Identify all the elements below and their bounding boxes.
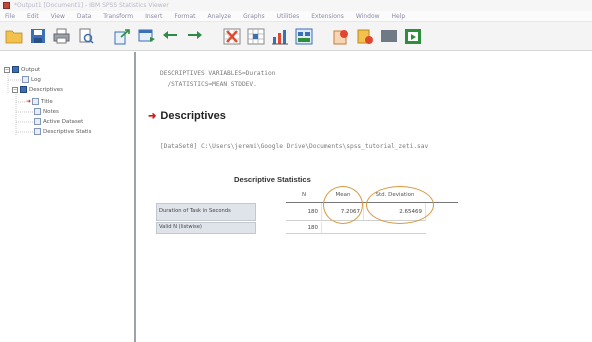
menu-file[interactable]: File	[5, 13, 15, 20]
menu-format[interactable]: Format	[174, 13, 195, 20]
column-header-n: N	[301, 192, 307, 198]
table-title: Descriptive Statistics	[234, 175, 311, 184]
section-title-text: Descriptives	[160, 110, 226, 122]
syntax-line-1: DESCRIPTIVES VARIABLES=Duration	[160, 70, 276, 77]
cell-n: 180	[286, 203, 322, 221]
mean-annotation-circle	[323, 186, 363, 224]
undo-icon[interactable]	[161, 27, 180, 46]
menu-view[interactable]: View	[51, 13, 65, 20]
menu-analyze[interactable]: Analyze	[207, 13, 231, 20]
dataset-note: [DataSet0] C:\Users\jeremi\Google Drive\…	[160, 143, 429, 150]
menu-graphs[interactable]: Graphs	[243, 13, 265, 20]
toolbar	[0, 22, 592, 51]
section-heading: ➜ Descriptives	[148, 110, 226, 122]
menu-window[interactable]: Window	[356, 13, 380, 20]
menu-edit[interactable]: Edit	[27, 13, 39, 20]
collapse-icon[interactable]	[355, 27, 374, 46]
tree-lines	[7, 74, 34, 136]
syntax-line-2: /STATISTICS=MEAN STDDEV.	[160, 81, 257, 88]
spss-app-icon	[3, 2, 10, 9]
insert-title-icon[interactable]	[403, 27, 422, 46]
menu-insert[interactable]: Insert	[145, 13, 162, 20]
menu-data[interactable]: Data	[77, 13, 91, 20]
show-hide-icon[interactable]	[331, 27, 350, 46]
selected-item-arrow-icon: ➜	[148, 110, 157, 122]
designate-window-icon[interactable]	[294, 27, 313, 46]
print-preview-icon[interactable]	[76, 27, 95, 46]
title-bar: *Output1 [Document1] - IBM SPSS Statisti…	[0, 0, 592, 11]
menu-transform[interactable]: Transform	[103, 13, 133, 20]
open-icon[interactable]	[4, 27, 23, 46]
std-deviation-annotation-circle	[366, 186, 434, 224]
print-icon[interactable]	[52, 27, 71, 46]
table-row: Valid N (listwise) 180	[156, 222, 426, 234]
goto-data-icon[interactable]	[222, 27, 241, 46]
menu-extensions[interactable]: Extensions	[311, 13, 344, 20]
menu-help[interactable]: Help	[392, 13, 406, 20]
goto-case-icon[interactable]	[246, 27, 265, 46]
cell-n: 180	[286, 222, 322, 234]
output-pane: DESCRIPTIVES VARIABLES=Duration /STATIST…	[138, 52, 592, 342]
export-icon[interactable]	[113, 27, 132, 46]
row-label: Valid N (listwise)	[156, 222, 256, 234]
variables-icon[interactable]	[270, 27, 289, 46]
redo-icon[interactable]	[185, 27, 204, 46]
menu-utilities[interactable]: Utilities	[277, 13, 300, 20]
row-label: Duration of Task in Seconds	[156, 203, 256, 221]
recall-dialog-icon[interactable]	[137, 27, 156, 46]
outline-pane: − Output Log − Descriptives ➜ Title Note…	[0, 52, 136, 342]
insert-heading-icon[interactable]	[379, 27, 398, 46]
save-icon[interactable]	[28, 27, 47, 46]
window-title: *Output1 [Document1] - IBM SPSS Statisti…	[14, 2, 169, 9]
menu-bar: File Edit View Data Transform Insert For…	[0, 11, 592, 22]
